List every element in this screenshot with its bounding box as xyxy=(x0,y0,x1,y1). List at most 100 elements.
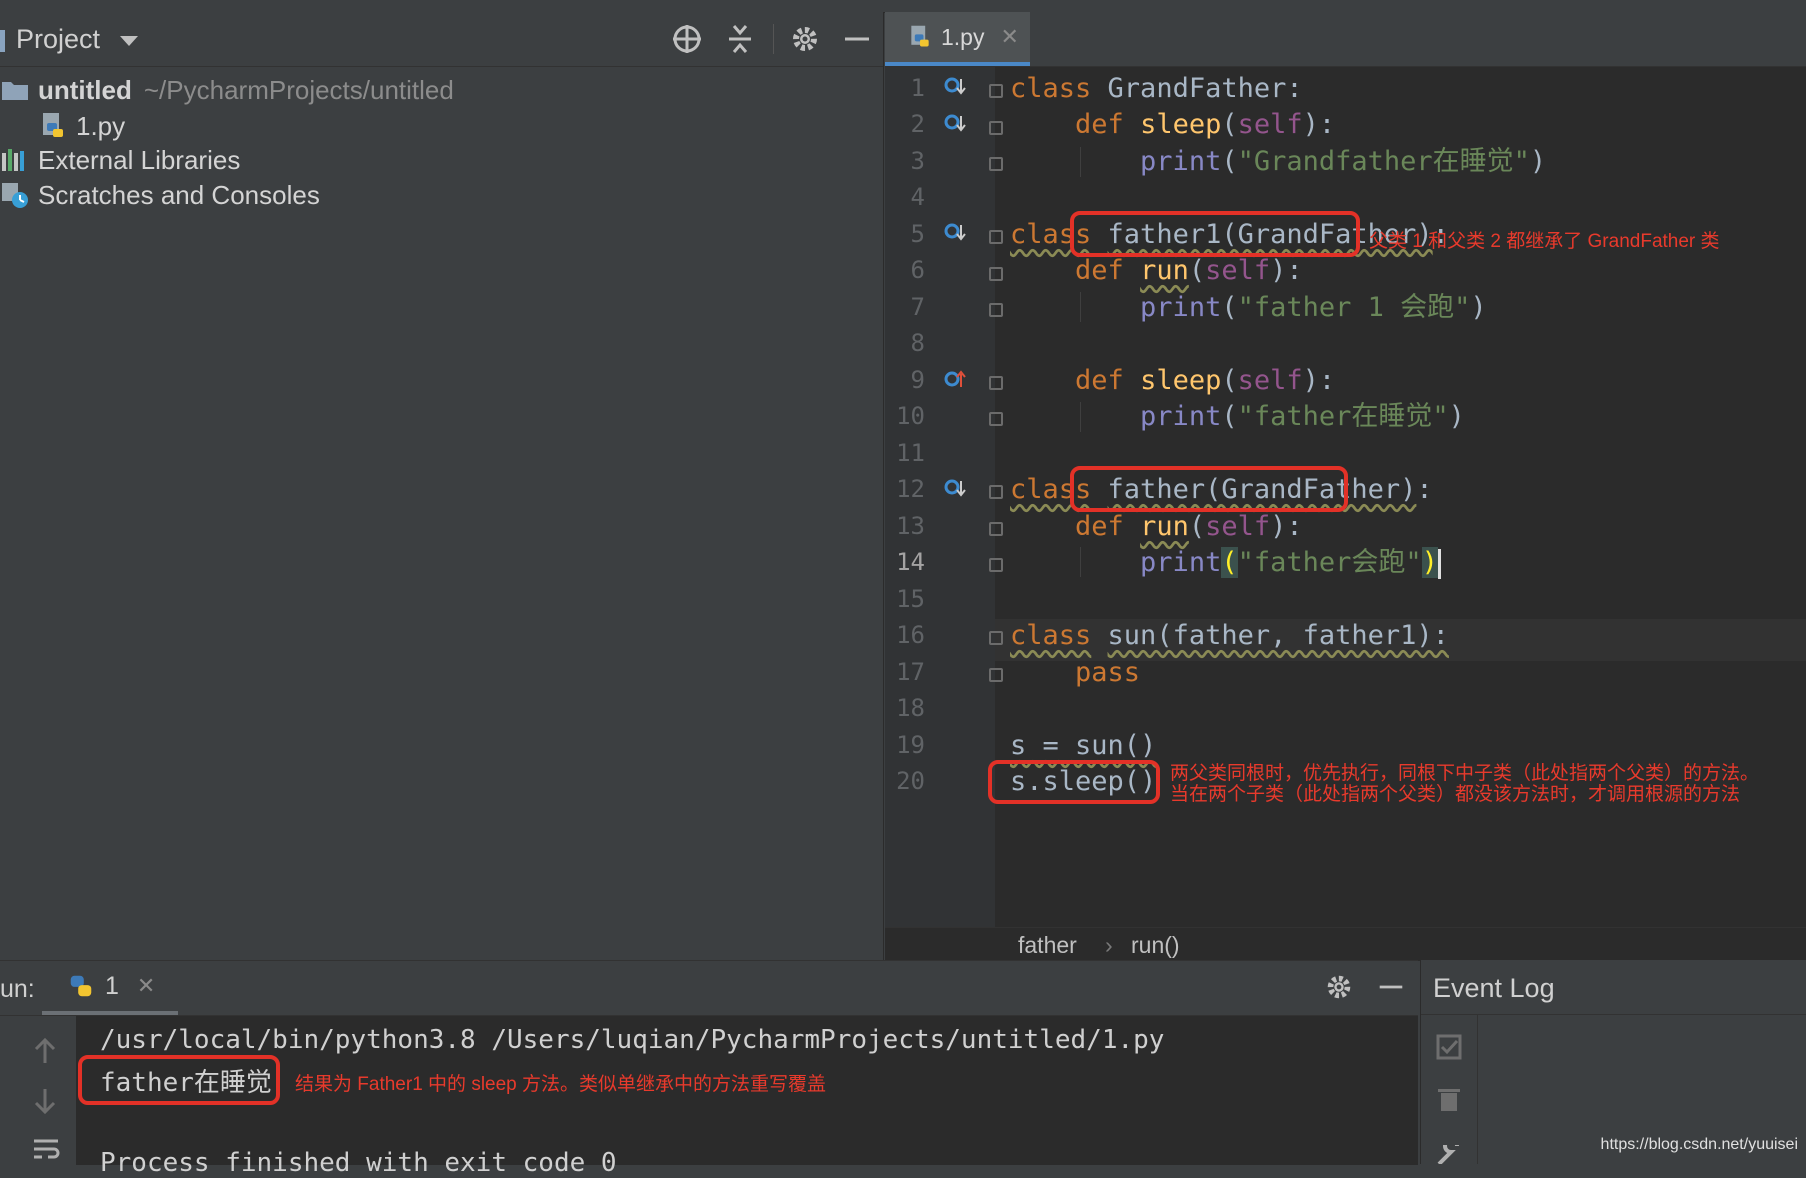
scratches-icon xyxy=(2,183,28,208)
fold-marker[interactable] xyxy=(989,84,1003,98)
keyword: class xyxy=(1010,620,1092,651)
python-file-icon xyxy=(911,25,929,47)
code-line-17[interactable]: pass xyxy=(1010,652,1140,694)
tree-item-scratches[interactable]: Scratches and Consoles xyxy=(0,175,320,215)
run-tab[interactable]: 1 ✕ xyxy=(42,961,178,1015)
fold-marker[interactable] xyxy=(989,157,1003,171)
gear-icon[interactable] xyxy=(788,22,822,56)
overridden-method-icon[interactable] xyxy=(944,478,966,500)
arrow-up-icon[interactable] xyxy=(32,1036,58,1066)
minimize-icon[interactable] xyxy=(840,22,874,56)
self-param: self xyxy=(1205,255,1271,286)
python-icon xyxy=(70,975,92,997)
fold-marker[interactable] xyxy=(989,267,1003,281)
line-number: 20 xyxy=(896,767,925,795)
breadcrumb-item[interactable]: run() xyxy=(1131,932,1180,959)
wrench-icon[interactable] xyxy=(1435,1145,1463,1164)
line-number: 17 xyxy=(896,658,925,686)
tree-item-untitled[interactable]: untitled ~/PycharmProjects/untitled xyxy=(0,70,454,110)
fold-marker[interactable] xyxy=(989,485,1003,499)
soft-wrap-icon[interactable] xyxy=(32,1136,60,1164)
builtin: print xyxy=(1140,547,1222,578)
code-line-2[interactable]: def sleep(self): xyxy=(1010,104,1335,146)
overriding-method-icon[interactable] xyxy=(944,368,966,390)
run-panel: un: 1 ✕ /usr/local/bin/python3.8 /Users/… xyxy=(0,960,1418,1178)
code-line-16[interactable]: class sun(father, father1): xyxy=(1010,615,1449,657)
tree-item-label: 1.py xyxy=(76,110,126,141)
string-literal: "Grandfather在睡觉" xyxy=(1237,146,1530,177)
code-text: s = sun() xyxy=(1010,730,1157,761)
line-number: 13 xyxy=(896,512,925,540)
punct: : xyxy=(1416,474,1433,505)
fold-marker[interactable] xyxy=(989,230,1003,244)
function-name: run xyxy=(1140,511,1189,542)
line-number: 12 xyxy=(896,475,925,503)
fold-marker[interactable] xyxy=(989,631,1003,645)
event-log-title[interactable]: Event Log xyxy=(1433,973,1555,1004)
breadcrumb-item[interactable]: father xyxy=(1018,932,1077,959)
code-editor: 1.py ✕ 1 2 3 4 5 6 7 8 9 10 11 12 13 14 15 16 17 18 19 20 c… xyxy=(885,12,1806,961)
breadcrumb: father › run() xyxy=(885,927,1806,961)
line-number: 11 xyxy=(896,439,925,467)
fold-marker[interactable] xyxy=(989,303,1003,317)
folder-icon xyxy=(2,82,28,100)
minimize-icon[interactable] xyxy=(1375,971,1407,1003)
project-panel-header: Project xyxy=(0,12,883,67)
event-log-panel: Event Log xyxy=(1420,960,1806,1164)
tab-label: 1.py xyxy=(941,23,985,50)
tree-item-label: External Libraries xyxy=(38,144,241,175)
tree-item-label: untitled xyxy=(38,74,132,105)
string-literal: "father 1 会跑" xyxy=(1237,292,1471,323)
trash-icon[interactable] xyxy=(1435,1085,1463,1113)
fold-marker[interactable] xyxy=(989,558,1003,572)
fold-marker[interactable] xyxy=(989,412,1003,426)
line-number: 19 xyxy=(896,731,925,759)
fold-marker[interactable] xyxy=(989,522,1003,536)
builtin: print xyxy=(1140,146,1222,177)
mark-read-icon[interactable] xyxy=(1435,1033,1463,1061)
python-file-icon xyxy=(43,113,63,137)
fold-marker[interactable] xyxy=(989,376,1003,390)
console-line: /usr/local/bin/python3.8 /Users/luqian/P… xyxy=(100,1025,1165,1055)
class-name: GrandFather xyxy=(1107,73,1287,104)
code-line-14[interactable]: print("father会跑") xyxy=(1010,542,1441,584)
self-param: self xyxy=(1205,511,1271,542)
watermark: https://blog.csdn.net/yuuisei xyxy=(1600,1136,1798,1153)
gear-icon[interactable] xyxy=(1323,971,1355,1003)
fold-marker[interactable] xyxy=(989,121,1003,135)
run-tab-label: 1 xyxy=(105,971,119,1000)
event-log-header: Event Log xyxy=(1421,960,1806,1015)
overridden-method-icon[interactable] xyxy=(944,113,966,135)
chevron-right-icon: › xyxy=(1105,932,1113,958)
close-icon[interactable]: ✕ xyxy=(1000,24,1018,50)
line-number: 2 xyxy=(910,110,925,138)
function-name: sleep xyxy=(1140,365,1222,396)
tree-item-external-libraries[interactable]: External Libraries xyxy=(0,140,240,180)
overridden-method-icon[interactable] xyxy=(944,222,966,244)
chevron-down-icon[interactable] xyxy=(120,36,138,46)
line-number: 18 xyxy=(896,694,925,722)
highlight-box-father1 xyxy=(1070,211,1360,257)
keyword: class xyxy=(1010,73,1092,104)
project-title[interactable]: Project xyxy=(16,24,100,55)
locate-file-icon[interactable] xyxy=(670,22,704,56)
line-number: 3 xyxy=(910,147,925,175)
code-line-7[interactable]: print("father 1 会跑") xyxy=(1010,287,1487,329)
editor-tab-bar: 1.py ✕ xyxy=(885,12,1806,67)
class-name: sun(father, father1): xyxy=(1107,620,1449,651)
line-number: 7 xyxy=(910,293,925,321)
libraries-icon xyxy=(2,149,24,171)
code-line-10[interactable]: print("father在睡觉") xyxy=(1010,396,1465,438)
code-line-3[interactable]: print("Grandfather在睡觉") xyxy=(1010,141,1546,183)
arrow-down-icon[interactable] xyxy=(32,1086,58,1116)
text-caret xyxy=(1437,548,1441,579)
tab-1py[interactable]: 1.py ✕ xyxy=(885,12,1030,66)
highlight-box-father xyxy=(1070,466,1348,512)
overridden-method-icon[interactable] xyxy=(944,76,966,98)
header-divider xyxy=(773,24,774,54)
close-icon[interactable]: ✕ xyxy=(137,973,155,999)
fold-marker[interactable] xyxy=(989,668,1003,682)
collapse-all-icon[interactable] xyxy=(723,22,757,56)
console-line: Process finished with exit code 0 xyxy=(100,1148,617,1178)
line-number: 6 xyxy=(910,256,925,284)
